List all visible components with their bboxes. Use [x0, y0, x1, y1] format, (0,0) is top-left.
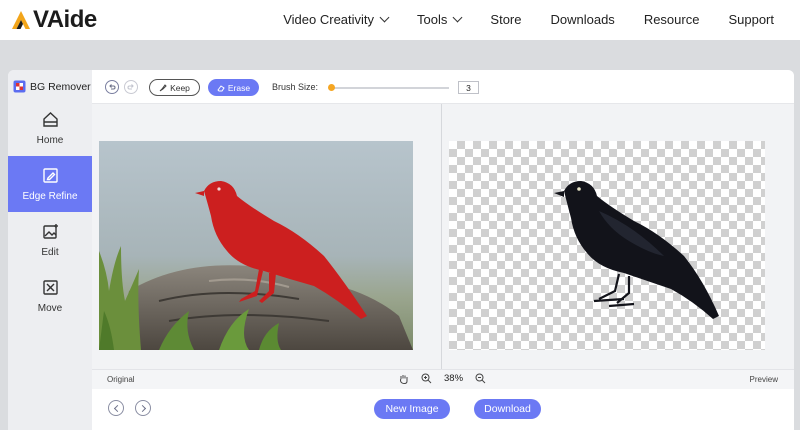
- sidebar-item-move[interactable]: Move: [8, 268, 92, 324]
- edit-toolbar: Keep Erase Brush Size: 3: [92, 70, 794, 104]
- nav-resource[interactable]: Resource: [644, 12, 700, 27]
- logo-mark-icon: [12, 11, 30, 29]
- zoom-level: 38%: [444, 373, 464, 384]
- nav-label: Resource: [643, 12, 700, 27]
- download-label: Download: [484, 403, 531, 415]
- chevron-right-icon: [138, 404, 146, 412]
- download-button[interactable]: Download: [474, 399, 541, 419]
- sidebar-item-home[interactable]: Home: [8, 100, 92, 156]
- nav-label: Downloads: [550, 12, 615, 27]
- sidebar-item-label: Move: [37, 302, 63, 314]
- zoom-in-icon[interactable]: [421, 373, 432, 384]
- sidebar-item-label: Edge Refine: [22, 190, 78, 202]
- nav-label: Support: [728, 12, 774, 27]
- brush-size-input[interactable]: 3: [458, 81, 479, 94]
- keep-brush-icon: [159, 83, 167, 91]
- sidebar-title: BG Remover: [13, 80, 91, 93]
- zoom-controls: 38%: [398, 373, 486, 384]
- preview-label: Preview: [749, 375, 778, 384]
- hand-pan-icon[interactable]: [398, 373, 409, 384]
- original-label: Original: [107, 375, 135, 384]
- brush-size-label: Brush Size:: [272, 82, 319, 92]
- main-menu: Video Creativity Tools Store Downloads R…: [254, 12, 774, 27]
- nav-video-creativity[interactable]: Video Creativity: [283, 12, 390, 27]
- keep-button[interactable]: Keep: [149, 79, 200, 96]
- action-footer: New Image Download: [92, 389, 794, 430]
- sidebar-item-label: Home: [36, 134, 64, 146]
- preview-canvas-panel: [442, 104, 794, 369]
- move-icon: [42, 279, 58, 295]
- edge-refine-icon: [42, 167, 58, 183]
- original-image[interactable]: [99, 141, 413, 350]
- nav-label: Tools: [417, 12, 448, 27]
- bg-remover-icon: [13, 80, 26, 93]
- nav-label: Video Creativity: [283, 12, 375, 27]
- nav-tools[interactable]: Tools: [417, 12, 463, 27]
- brush-size-slider-thumb[interactable]: [328, 84, 335, 91]
- new-image-label: New Image: [385, 403, 439, 415]
- redo-icon: [127, 84, 134, 90]
- bird-photo-with-mask: [99, 141, 413, 350]
- erase-button[interactable]: Erase: [208, 79, 259, 96]
- chevron-left-icon: [113, 404, 121, 412]
- sidebar-item-label: Edit: [41, 246, 59, 258]
- edit-image-icon: [42, 223, 58, 239]
- bird-cutout: [554, 181, 719, 319]
- top-navigation: VAide Video Creativity Tools Store Downl…: [0, 0, 800, 40]
- nav-store[interactable]: Store: [490, 12, 521, 27]
- brush-size-slider-track[interactable]: [329, 87, 449, 89]
- nav-support[interactable]: Support: [728, 12, 774, 27]
- chevron-down-icon: [379, 12, 390, 23]
- sidebar-item-edit[interactable]: Edit: [8, 212, 92, 268]
- preview-image[interactable]: [449, 141, 765, 350]
- status-bar: Original 38% Preview: [92, 369, 794, 389]
- undo-icon: [109, 84, 116, 90]
- zoom-out-icon[interactable]: [475, 373, 486, 384]
- keep-label: Keep: [170, 82, 190, 93]
- brand-logo[interactable]: VAide: [10, 6, 97, 34]
- home-icon: [42, 111, 58, 127]
- chevron-down-icon: [452, 12, 463, 23]
- new-image-button[interactable]: New Image: [374, 399, 450, 419]
- sidebar: BG Remover Home Edge Refine Edit Move: [8, 70, 92, 430]
- eraser-icon: [217, 84, 225, 91]
- bg-remover-app: BG Remover Home Edge Refine Edit Move Ke…: [8, 70, 794, 430]
- sidebar-title-label: BG Remover: [30, 80, 91, 93]
- previous-button[interactable]: [108, 400, 124, 416]
- original-canvas-panel: [92, 104, 441, 369]
- nav-downloads[interactable]: Downloads: [550, 12, 614, 27]
- redo-button[interactable]: [124, 80, 138, 94]
- erase-label: Erase: [227, 82, 251, 93]
- undo-button[interactable]: [105, 80, 119, 94]
- brush-size-value: 3: [466, 82, 471, 93]
- next-button[interactable]: [135, 400, 151, 416]
- brand-name: VAide: [33, 6, 97, 33]
- nav-label: Store: [490, 12, 522, 27]
- sidebar-item-edge-refine[interactable]: Edge Refine: [8, 156, 92, 212]
